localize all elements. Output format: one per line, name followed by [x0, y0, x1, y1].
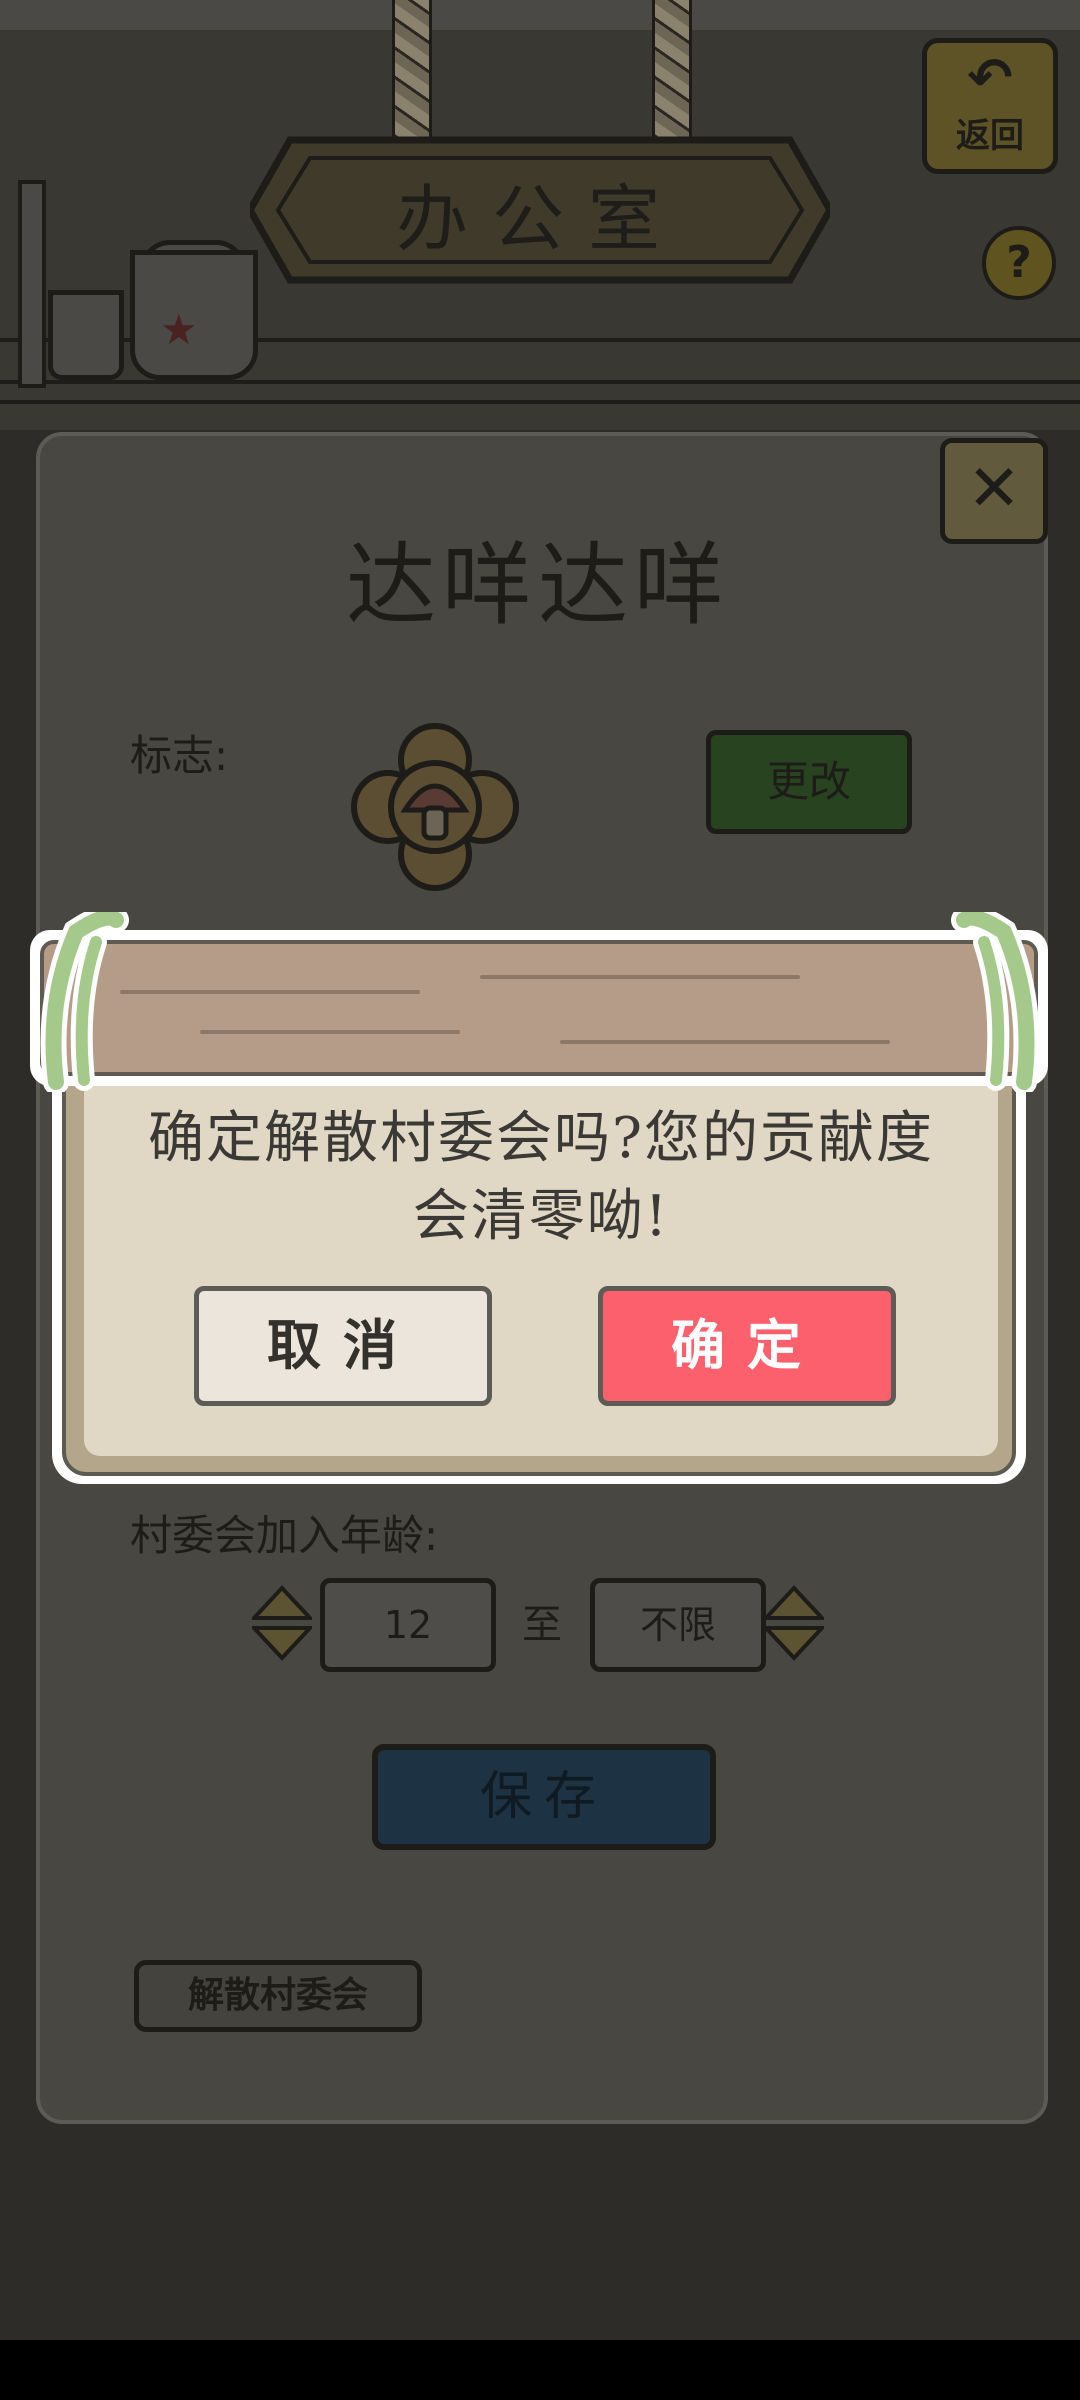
window-frame: [18, 180, 46, 388]
wooden-board: [40, 940, 1038, 1076]
vine-left-icon: [40, 912, 129, 1092]
confirm-button[interactable]: 确定: [598, 1286, 896, 1406]
age-separator: 至: [522, 1602, 562, 1648]
navigation-bar: [0, 2340, 1080, 2400]
back-button-label: 返回: [956, 116, 1024, 156]
wood-grain: [560, 1040, 890, 1044]
wood-grain: [200, 1030, 460, 1034]
committee-name: 达咩达咩: [346, 533, 730, 638]
mushroom-icon[interactable]: [350, 722, 520, 892]
change-emblem-button[interactable]: 更改: [706, 730, 912, 834]
dialog-message-line1: 确定解散村委会吗?您的贡献度: [147, 1106, 935, 1171]
wood-grain: [480, 975, 800, 979]
emblem-label: 标志:: [130, 731, 229, 780]
age-max-field[interactable]: 不限: [590, 1578, 766, 1672]
age-min-stepper[interactable]: [252, 1584, 312, 1662]
star-icon: ★: [160, 305, 198, 354]
status-bar: [0, 0, 1080, 30]
help-button[interactable]: ?: [982, 226, 1056, 300]
age-min-field[interactable]: 12: [320, 1578, 496, 1672]
age-max-stepper[interactable]: [764, 1584, 824, 1662]
room-title: 办公室: [395, 177, 684, 261]
shelf-line: [0, 400, 1080, 404]
shelf-line: [0, 380, 1080, 384]
rope-left: [392, 0, 432, 150]
cancel-button[interactable]: 取消: [194, 1286, 492, 1406]
back-arrow-icon: ↶: [967, 46, 1013, 109]
age-label: 村委会加入年龄:: [130, 1511, 439, 1560]
rope-right: [652, 0, 692, 150]
dialog-message-line2: 会清零呦!: [412, 1184, 670, 1249]
vine-right-icon: [951, 912, 1040, 1092]
save-button[interactable]: 保存: [372, 1744, 716, 1850]
disband-button[interactable]: 解散村委会: [134, 1960, 422, 2032]
pen-holder-icon: [48, 290, 124, 380]
wood-grain: [120, 990, 420, 994]
dialog-message: 确定解散村委会吗?您的贡献度 会清零呦!: [96, 1100, 986, 1256]
